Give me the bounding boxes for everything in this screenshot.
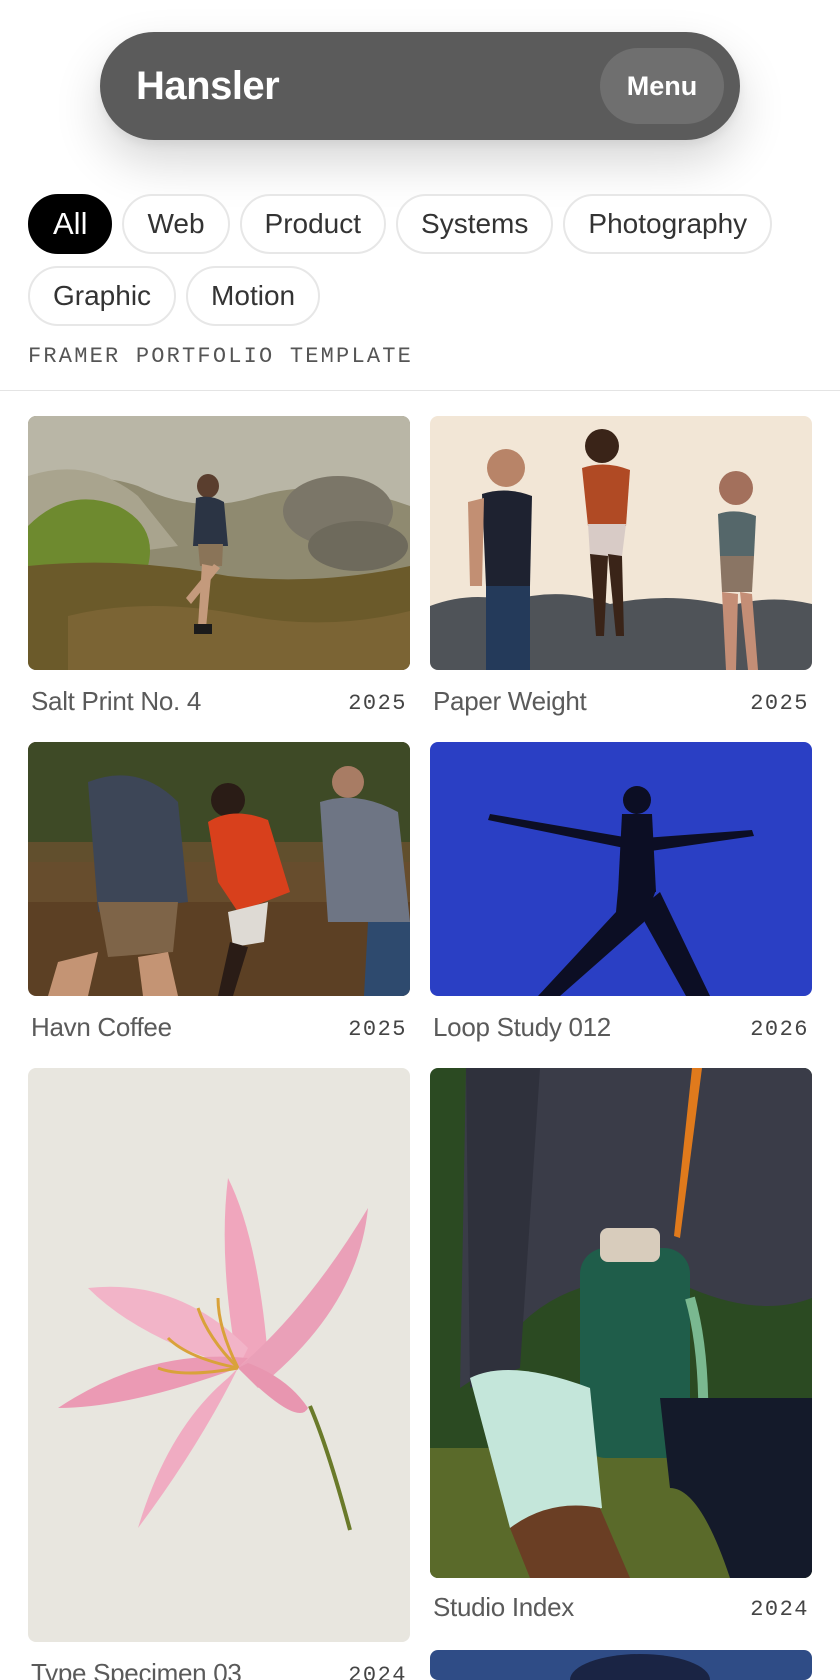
project-year: 2025 bbox=[348, 1017, 407, 1042]
project-year: 2024 bbox=[348, 1663, 407, 1680]
project-title: Loop Study 012 bbox=[433, 1012, 611, 1042]
project-year: 2026 bbox=[750, 1017, 809, 1042]
project-image bbox=[430, 1068, 812, 1578]
project-year: 2025 bbox=[348, 691, 407, 716]
menu-button[interactable]: Menu bbox=[600, 48, 724, 124]
project-image bbox=[28, 1068, 410, 1642]
page-tagline: FRAMER PORTFOLIO TEMPLATE bbox=[28, 344, 414, 369]
project-title: Havn Coffee bbox=[31, 1012, 172, 1042]
filter-product[interactable]: Product bbox=[239, 194, 387, 254]
project-title: Salt Print No. 4 bbox=[31, 686, 202, 716]
project-year: 2025 bbox=[750, 691, 809, 716]
category-filters: All Web Product Systems Photography Graphic Mo… bbox=[28, 194, 818, 338]
filter-motion[interactable]: Motion bbox=[186, 266, 321, 326]
project-title: Paper Weight bbox=[433, 686, 587, 716]
project-image bbox=[28, 416, 410, 670]
filter-systems[interactable]: Systems bbox=[396, 194, 554, 254]
filter-web[interactable]: Web bbox=[122, 194, 230, 254]
project-image bbox=[430, 742, 812, 996]
project-title: Studio Index bbox=[433, 1592, 574, 1622]
divider bbox=[0, 390, 840, 391]
filter-all[interactable]: All bbox=[28, 194, 113, 254]
filter-photography[interactable]: Photography bbox=[563, 194, 773, 254]
project-image bbox=[28, 742, 410, 996]
project-image bbox=[430, 1650, 812, 1680]
top-nav-bar: Hansler Menu bbox=[100, 32, 740, 140]
filter-graphic[interactable]: Graphic bbox=[28, 266, 177, 326]
project-year: 2024 bbox=[750, 1597, 809, 1622]
project-title: Type Specimen 03 bbox=[31, 1658, 242, 1680]
project-image bbox=[430, 416, 812, 670]
brand-logo[interactable]: Hansler bbox=[136, 32, 280, 140]
